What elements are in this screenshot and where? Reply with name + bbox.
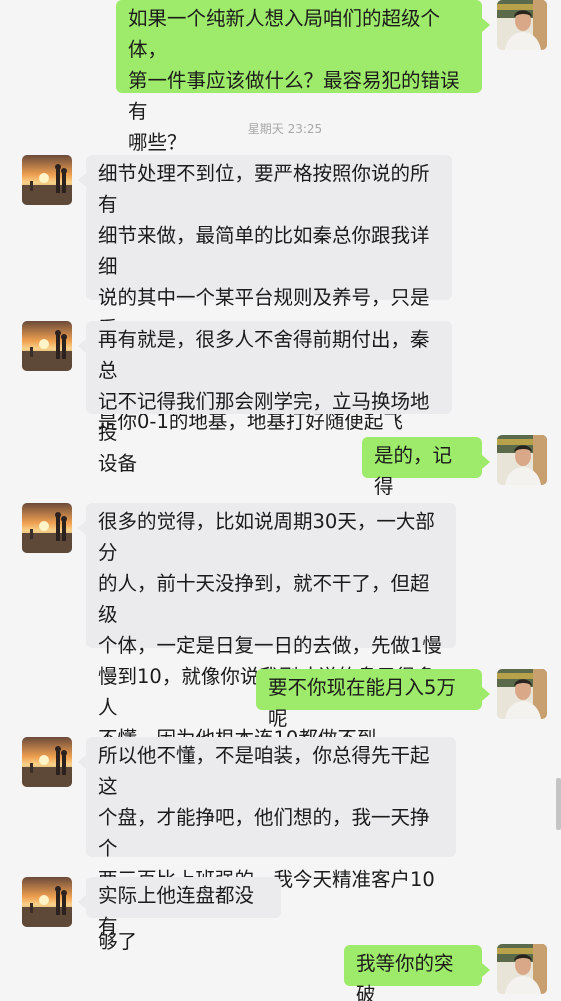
message-timestamp: 星期天 23:25 [247,122,323,136]
my-avatar[interactable] [497,944,547,994]
contact-avatar[interactable] [22,321,72,371]
sunset-beach-photo-icon [22,737,72,787]
message-bubble-outgoing[interactable]: 要不你现在能月入5万呢 [256,669,490,730]
scrollbar-thumb[interactable] [556,778,561,830]
contact-avatar[interactable] [22,155,72,205]
message-bubble-incoming[interactable]: 所以他不懂，不是咱装，你总得先干起这 个盘，才能挣吧，他们想的，我一天挣个 两三… [78,737,456,953]
sunset-beach-photo-icon [22,321,72,371]
my-avatar[interactable] [497,669,547,719]
sunset-beach-photo-icon [22,503,72,553]
my-avatar[interactable] [497,435,547,485]
sunset-beach-photo-icon [22,877,72,927]
contact-avatar[interactable] [22,503,72,553]
chat-window: 如果一个纯新人想入局咱们的超级个体， 第一件事应该做什么？最容易犯的错误有 哪些… [0,0,561,1001]
contact-avatar[interactable] [22,877,72,927]
sunset-beach-photo-icon [22,155,72,205]
contact-avatar[interactable] [22,737,72,787]
message-bubble-outgoing[interactable]: 我等你的突破 [344,945,490,1001]
selfie-portrait-icon [497,944,547,994]
message-bubble-outgoing[interactable]: 如果一个纯新人想入局咱们的超级个体， 第一件事应该做什么？最容易犯的错误有 哪些… [116,0,490,154]
message-bubble-incoming[interactable]: 细节处理不到位，要严格按照你说的所有 细节来做，最简单的比如秦总你跟我详细 说的… [78,155,452,433]
message-bubble-outgoing[interactable]: 是的，记得 [362,437,490,498]
selfie-portrait-icon [497,0,547,50]
selfie-portrait-icon [497,669,547,719]
message-bubble-incoming[interactable]: 很多的觉得，比如说周期30天，一大部分 的人，前十天没挣到，就不干了，但超级 个… [78,503,456,750]
my-avatar[interactable] [497,0,547,50]
message-bubble-incoming[interactable]: 再有就是，很多人不舍得前期付出，秦总 记不记得我们那会刚学完，立马换场地投 设备 [78,321,452,475]
message-bubble-incoming[interactable]: 实际上他连盘都没有 [78,877,281,938]
selfie-portrait-icon [497,435,547,485]
